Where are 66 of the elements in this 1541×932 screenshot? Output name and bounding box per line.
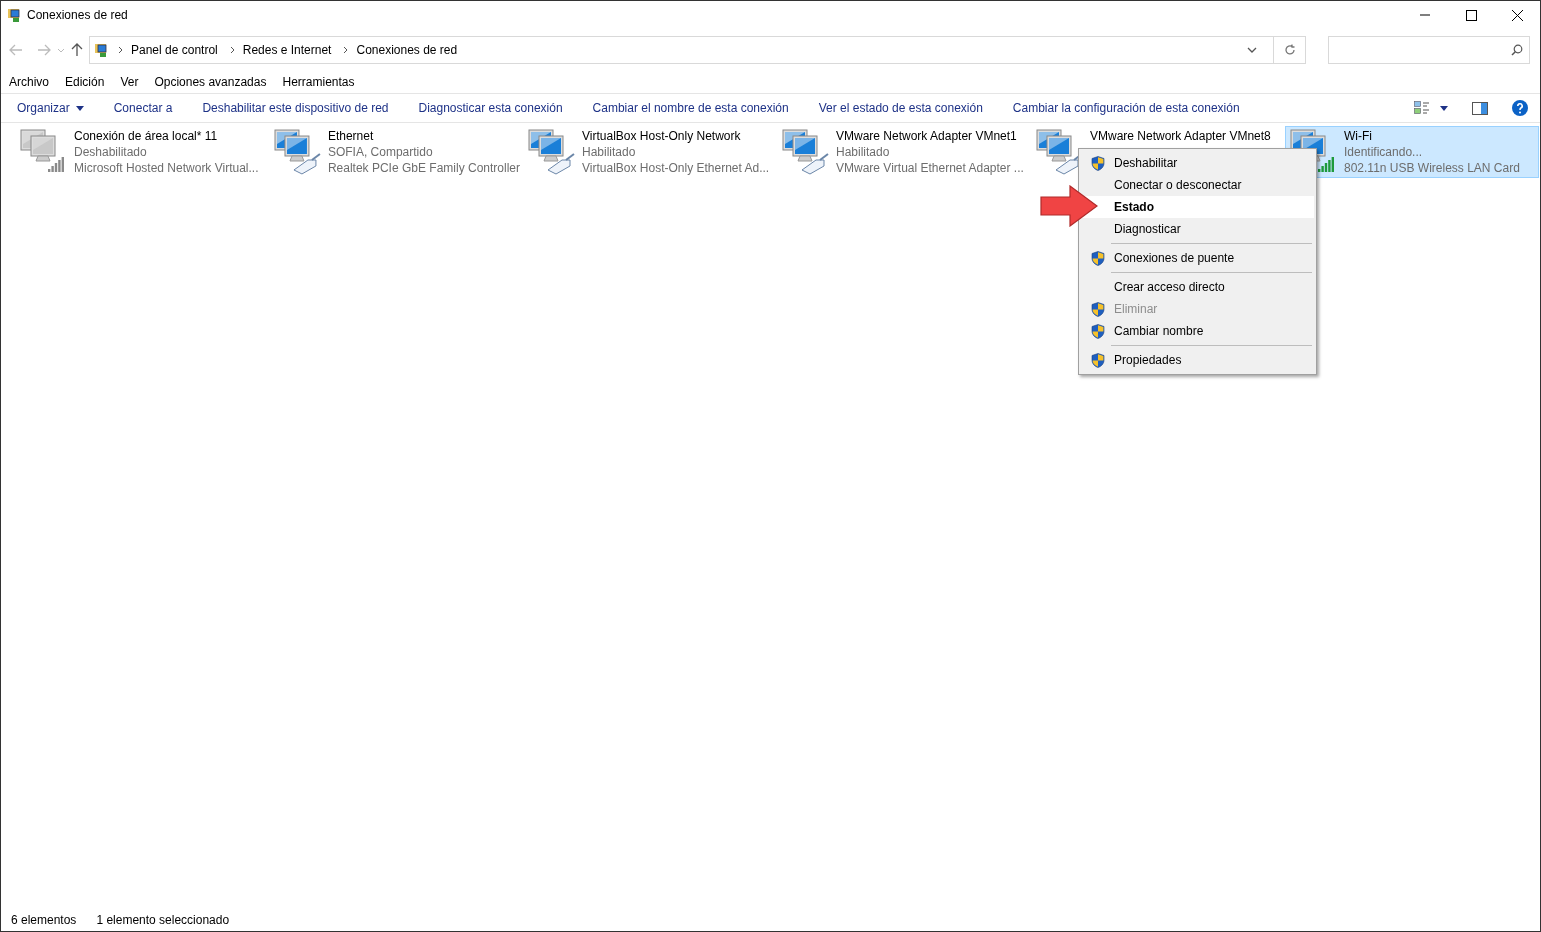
menu-item[interactable]: Herramientas: [282, 73, 355, 91]
breadcrumb-item[interactable]: Panel de control: [131, 41, 218, 59]
menu-item[interactable]: Diagnosticar: [1081, 218, 1314, 240]
menu-item[interactable]: Conexiones de puente: [1081, 247, 1314, 269]
menu-item[interactable]: Ver: [120, 73, 139, 91]
menu-item[interactable]: Edición: [65, 73, 105, 91]
menu-item[interactable]: Estado: [1081, 196, 1314, 218]
help-icon[interactable]: [1512, 100, 1528, 116]
menu-item[interactable]: Opciones avanzadas: [154, 73, 267, 91]
device-name: VirtualBox Host-Only Ethernet Ad...: [582, 160, 770, 176]
close-icon: [1511, 9, 1523, 21]
network-folder-icon: [94, 42, 110, 58]
shield-icon: [1091, 302, 1105, 317]
chevron-right-icon[interactable]: [343, 46, 349, 54]
preview-pane-icon[interactable]: [1472, 101, 1488, 115]
toolbar-button[interactable]: Organizar: [17, 99, 84, 117]
status-text: 1 elemento seleccionado: [96, 912, 230, 929]
refresh-icon: [1283, 44, 1296, 56]
chevron-right-icon[interactable]: [229, 46, 235, 54]
toolbar-button[interactable]: Deshabilitar este dispositivo de red: [202, 99, 389, 117]
menu-item[interactable]: Archivo: [9, 73, 49, 91]
toolbar-button[interactable]: Conectar a: [113, 99, 173, 117]
connection-name: Wi-Fi: [1344, 128, 1373, 144]
connection-status: Deshabilitado: [74, 144, 148, 160]
up-arrow-icon[interactable]: [71, 43, 83, 57]
shield-icon: [1091, 353, 1105, 368]
breadcrumb-item[interactable]: Redes e Internet: [242, 41, 332, 59]
chevron-down-icon[interactable]: [1247, 47, 1257, 53]
device-name: Microsoft Hosted Network Virtual...: [74, 160, 259, 176]
device-name: Realtek PCIe GbE Family Controller: [327, 160, 520, 176]
chevron-right-icon[interactable]: [118, 46, 123, 54]
network-folder-icon: [7, 7, 23, 23]
caret-icon: [75, 105, 84, 111]
connection-name: VirtualBox Host-Only Network: [582, 128, 742, 144]
address-bar[interactable]: Panel de control Redes e Internet Conexiones de red: [89, 36, 1306, 64]
search-field[interactable]: [1328, 36, 1530, 64]
shield-icon: [1091, 324, 1105, 339]
connection-name: Conexión de área local* 11: [74, 128, 219, 144]
connection-status: SOFIA, Compartido: [327, 144, 434, 160]
menu-item[interactable]: Cambiar nombre: [1081, 320, 1314, 342]
device-name: 802.11n USB Wireless LAN Card: [1344, 160, 1520, 176]
shield-icon: [1091, 156, 1105, 171]
toolbar-button[interactable]: Cambiar la configuración de esta conexión: [1012, 99, 1240, 117]
search-icon: [1511, 44, 1523, 56]
connection-status: Habilitado: [836, 144, 891, 160]
breadcrumb-item[interactable]: Conexiones de red: [356, 41, 458, 59]
connection-item[interactable]: Wi-Fi Identificando... 802.11n USB Wireless LAN Card: [1285, 126, 1539, 178]
minimize-icon: [1420, 14, 1430, 16]
toolbar-button[interactable]: Diagnosticar esta conexión: [418, 99, 563, 117]
connection-name: VMware Network Adapter VMnet1: [836, 128, 1018, 144]
view-options-icon[interactable]: [1414, 101, 1430, 115]
toolbar-button[interactable]: Ver el estado de esta conexión: [818, 99, 983, 117]
menu-item[interactable]: Propiedades: [1081, 349, 1314, 371]
status-text: 6 elementos: [11, 912, 77, 929]
toolbar-button[interactable]: Cambiar el nombre de esta conexión: [592, 99, 789, 117]
connection-name: VMware Network Adapter VMnet8: [1090, 128, 1271, 144]
connection-name: Ethernet: [327, 128, 375, 144]
window-title: Conexiones de red: [27, 7, 128, 24]
maximize-icon: [1465, 9, 1477, 21]
device-name: VMware Virtual Ethernet Adapter ...: [836, 160, 1024, 176]
connection-status: Habilitado: [582, 144, 637, 160]
menu-item[interactable]: Crear acceso directo: [1081, 276, 1314, 298]
shield-icon: [1091, 251, 1105, 266]
arrow-annotation: [1040, 185, 1098, 227]
connection-status: Identificando...: [1344, 144, 1424, 160]
caret-icon[interactable]: [1440, 105, 1448, 111]
